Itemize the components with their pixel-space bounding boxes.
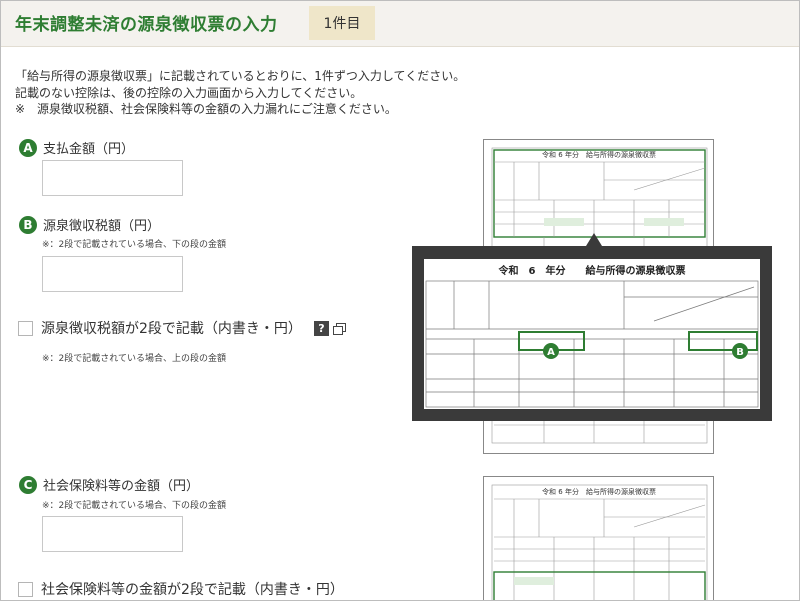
zoom-marker-b: B <box>736 347 744 358</box>
zoom-pointer <box>586 233 602 246</box>
slip-heading: 令和 6 年分 給与所得の源泉徴収票 <box>542 150 656 159</box>
withholding-slip-image-2: 令和 6 年分 給与所得の源泉徴収票 <box>483 476 714 600</box>
withholding-tax-two-tier-label[interactable]: 源泉徴収税額が2段で記載（内書き・円） <box>41 318 302 338</box>
marker-b-icon: B <box>19 215 37 234</box>
withholding-slip-drawing-2: 令和 6 年分 給与所得の源泉徴収票 <box>491 484 708 600</box>
zoom-heading: 令和 6 年分 給与所得の源泉徴収票 <box>498 264 686 277</box>
social-insurance-note: ※：2段で記載されている場合、下の段の金額 <box>42 501 226 511</box>
social-insurance-two-tier-checkbox[interactable] <box>18 581 33 597</box>
payment-amount-label: A 支払金額（円） <box>19 138 134 157</box>
slip-zoom-callout: 令和 6 年分 給与所得の源泉徴収票 A B <box>412 246 772 421</box>
withholding-tax-note: ※：2段で記載されている場合、下の段の金額 <box>42 240 226 250</box>
help-icon[interactable]: ? <box>313 320 329 336</box>
withholding-tax-input[interactable] <box>42 256 183 292</box>
withholding-tax-label: B 源泉徴収税額（円） <box>19 215 160 234</box>
intro-line: 「給与所得の源泉徴収票」に記載されているとおりに、1件ずつ入力してください。 <box>15 69 466 83</box>
social-insurance-label-text: 社会保険料等の金額（円） <box>43 479 200 494</box>
popup-window-icon[interactable] <box>332 323 346 335</box>
withholding-tax-two-tier-checkbox[interactable] <box>18 320 33 336</box>
withholding-tax-label-text: 源泉徴収税額（円） <box>43 219 161 234</box>
social-insurance-input[interactable] <box>42 516 183 552</box>
entry-count-badge: 1件目 <box>309 6 375 40</box>
intro-line: ※ 源泉徴収税額、社会保険料等の金額の入力漏れにご注意ください。 <box>15 102 397 116</box>
intro-text: 「給与所得の源泉徴収票」に記載されているとおりに、1件ずつ入力してください。 記… <box>15 68 465 118</box>
payment-amount-input[interactable] <box>42 160 183 196</box>
slip-zoom-inner: 令和 6 年分 給与所得の源泉徴収票 A B <box>424 259 760 409</box>
slip-zoom-drawing: 令和 6 年分 給与所得の源泉徴収票 A B <box>425 264 759 408</box>
social-insurance-two-tier-label[interactable]: 社会保険料等の金額が2段で記載（内書き・円） <box>41 579 344 599</box>
page-header: 年末調整未済の源泉徴収票の入力 1件目 <box>1 1 799 47</box>
withholding-tax-two-tier-row[interactable]: 源泉徴収税額が2段で記載（内書き・円） ? <box>18 318 346 338</box>
zoom-marker-a: A <box>547 347 555 358</box>
withholding-tax-two-tier-note: ※：2段で記載されている場合、上の段の金額 <box>42 354 226 364</box>
marker-a-icon: A <box>19 138 37 157</box>
payment-amount-label-text: 支払金額（円） <box>43 142 135 157</box>
intro-line: 記載のない控除は、後の控除の入力画面から入力してください。 <box>15 85 363 100</box>
page-title: 年末調整未済の源泉徴収票の入力 <box>15 15 278 35</box>
page-frame: 年末調整未済の源泉徴収票の入力 1件目 「給与所得の源泉徴収票」に記載されている… <box>0 0 800 601</box>
slip-heading-2: 令和 6 年分 給与所得の源泉徴収票 <box>542 487 656 496</box>
marker-c-icon: C <box>19 475 37 494</box>
social-insurance-two-tier-row[interactable]: 社会保険料等の金額が2段で記載（内書き・円） <box>18 579 344 599</box>
social-insurance-label: C 社会保険料等の金額（円） <box>19 475 199 494</box>
